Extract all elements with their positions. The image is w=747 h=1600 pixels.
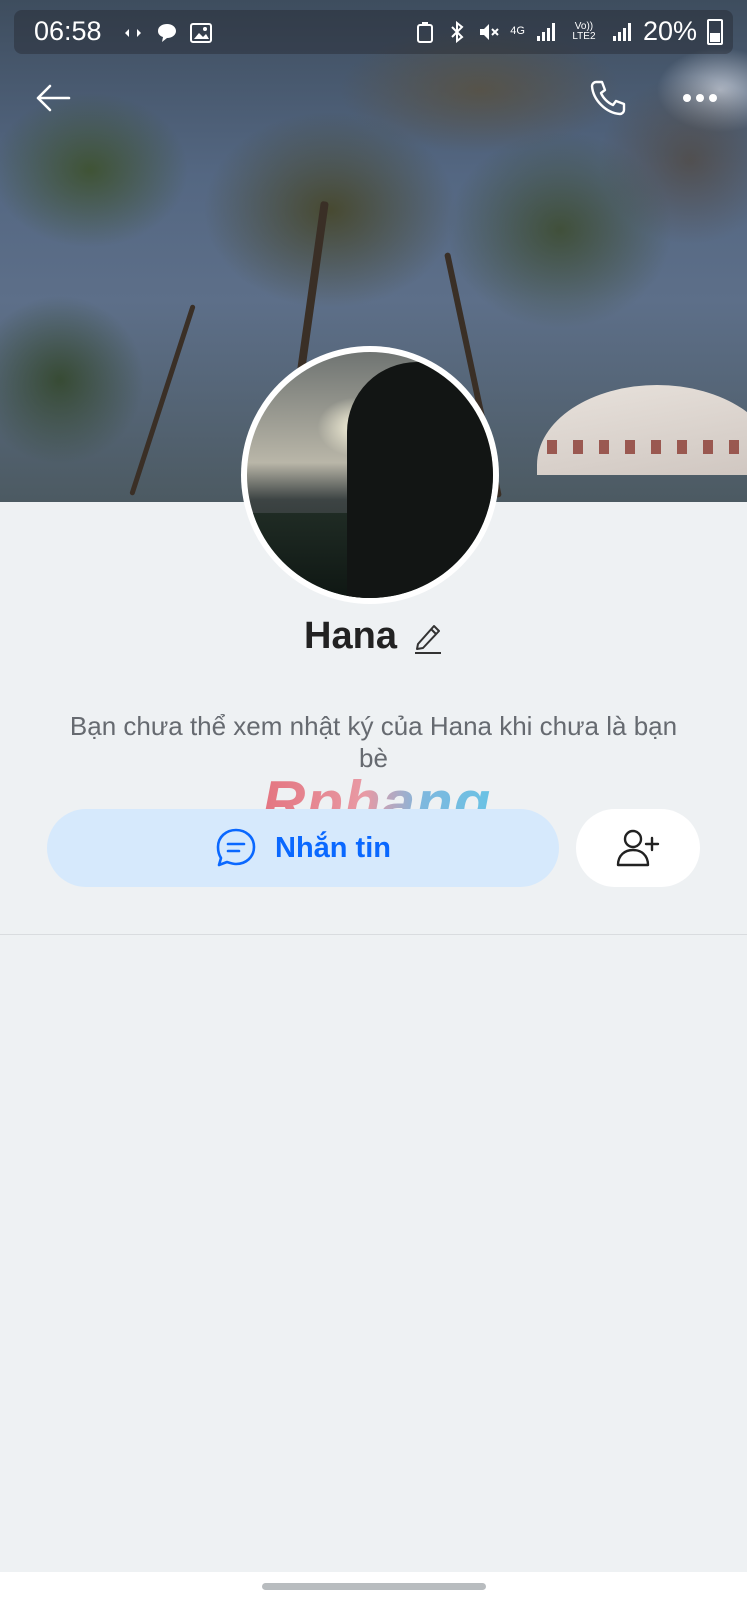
more-button[interactable] bbox=[672, 70, 728, 126]
section-divider bbox=[0, 934, 747, 935]
home-indicator[interactable] bbox=[262, 1583, 486, 1590]
phone-icon bbox=[590, 80, 626, 116]
privacy-notice: Bạn chưa thể xem nhật ký của Hana khi ch… bbox=[69, 711, 678, 773]
avatar-silhouette bbox=[347, 362, 493, 598]
status-time: 06:58 bbox=[34, 16, 102, 46]
bluetooth-icon bbox=[446, 20, 468, 43]
arrow-left-icon bbox=[36, 84, 71, 112]
tree-trunk bbox=[129, 304, 196, 496]
link-icon bbox=[122, 22, 144, 44]
status-bar: 06:58 4G Vo)) LTE2 20% bbox=[14, 10, 733, 54]
chat-bubble-icon bbox=[216, 828, 256, 867]
battery-icon bbox=[707, 18, 723, 45]
avatar-photo bbox=[247, 352, 493, 598]
profile-name: Hana bbox=[304, 615, 397, 657]
signal-icon bbox=[611, 21, 633, 43]
recycle-icon bbox=[414, 21, 436, 43]
volte-icon: Vo)) LTE2 bbox=[572, 20, 596, 42]
network-4g-icon: 4G bbox=[510, 25, 525, 37]
mute-icon bbox=[478, 21, 500, 43]
add-user-icon bbox=[616, 829, 660, 867]
back-button[interactable] bbox=[25, 70, 81, 126]
message-button-label: Nhắn tin bbox=[275, 831, 391, 864]
more-dots-icon bbox=[683, 94, 717, 102]
avatar[interactable] bbox=[241, 346, 499, 604]
image-icon bbox=[190, 22, 212, 44]
signal-icon bbox=[535, 21, 557, 43]
profile-name-row: Hana bbox=[0, 615, 747, 658]
status-left-icons bbox=[122, 22, 212, 44]
battery-percent: 20% bbox=[642, 16, 697, 46]
status-right-icons: 4G Vo)) LTE2 20% bbox=[414, 16, 723, 47]
message-button[interactable]: Nhắn tin bbox=[47, 809, 559, 887]
chat-bubble-icon bbox=[156, 22, 178, 44]
add-friend-button[interactable] bbox=[576, 809, 700, 887]
call-button[interactable] bbox=[580, 70, 636, 126]
umbrella-shape bbox=[537, 385, 747, 475]
umbrella-stripe bbox=[547, 440, 747, 454]
pencil-icon[interactable] bbox=[413, 620, 443, 654]
